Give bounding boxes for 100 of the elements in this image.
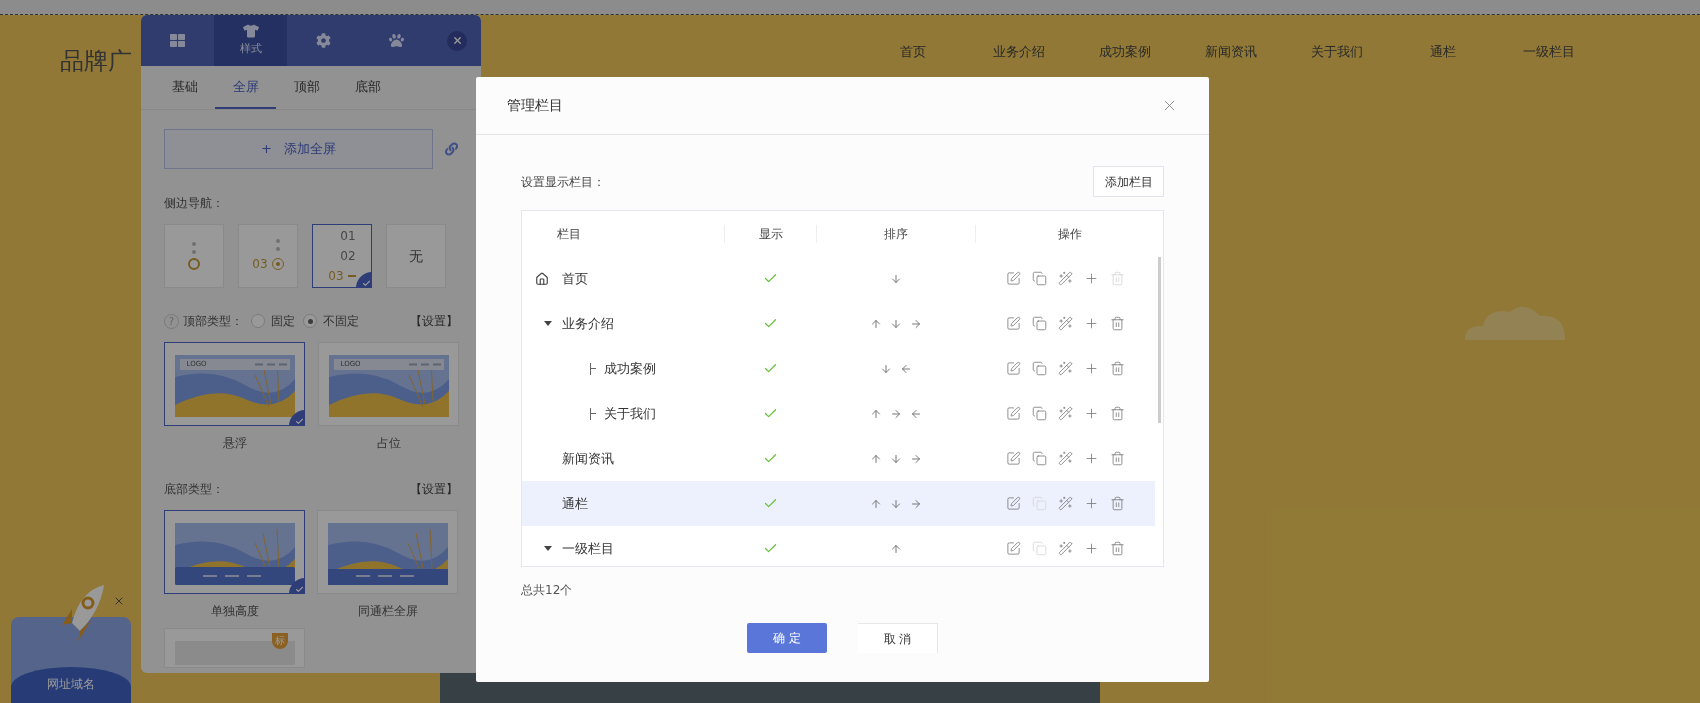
table-row[interactable]: 业务介绍	[522, 301, 1155, 346]
scrollbar[interactable]	[1158, 257, 1161, 423]
confirm-button[interactable]: 确 定	[747, 623, 827, 653]
arrow-right-icon[interactable]	[910, 452, 922, 465]
arrow-up-icon[interactable]	[890, 542, 902, 555]
delete-icon[interactable]	[1110, 451, 1125, 466]
settings-link[interactable]: 【设置】	[410, 312, 458, 330]
wand-icon[interactable]	[1058, 406, 1073, 421]
tree-branch-icon	[590, 407, 596, 420]
panel-tab[interactable]: 样式	[214, 15, 287, 66]
table-row[interactable]: 首页	[522, 256, 1155, 301]
side-nav-option[interactable]: 03	[238, 224, 298, 288]
add-icon[interactable]	[1084, 496, 1099, 511]
add-icon[interactable]	[1084, 541, 1099, 556]
sub-tab[interactable]: 顶部	[276, 66, 337, 109]
link-icon[interactable]	[444, 142, 458, 156]
add-column-button[interactable]: 添加栏目	[1093, 166, 1164, 197]
arrow-up-icon[interactable]	[870, 407, 882, 420]
nav-link[interactable]: 一级栏目	[1496, 42, 1602, 62]
side-nav-option[interactable]	[164, 224, 224, 288]
radio-button[interactable]	[303, 314, 317, 328]
settings-link[interactable]: 【设置】	[410, 480, 458, 498]
wand-icon[interactable]	[1058, 271, 1073, 286]
edit-icon[interactable]	[1006, 406, 1021, 421]
close-icon[interactable]	[113, 595, 125, 607]
column-header: 栏目	[556, 225, 582, 243]
paw-icon	[389, 33, 404, 48]
delete-icon[interactable]	[1110, 406, 1125, 421]
nav-link[interactable]: 新闻资讯	[1178, 42, 1284, 62]
delete-icon[interactable]	[1110, 541, 1125, 556]
edit-icon[interactable]	[1006, 316, 1021, 331]
table-row[interactable]: 一级栏目	[522, 526, 1155, 566]
side-nav-option[interactable]: 01 02 03	[312, 224, 372, 288]
column-name: 成功案例	[604, 359, 656, 378]
wand-icon[interactable]	[1058, 541, 1073, 556]
nav-link[interactable]: 成功案例	[1072, 42, 1178, 62]
copy-icon[interactable]	[1032, 316, 1047, 331]
dash-icon	[347, 275, 356, 277]
column-name: 关于我们	[604, 404, 656, 423]
edit-icon[interactable]	[1006, 541, 1021, 556]
arrow-up-icon[interactable]	[870, 452, 882, 465]
section-label: 顶部类型：	[183, 313, 243, 330]
edit-icon[interactable]	[1006, 361, 1021, 376]
arrow-left-icon[interactable]	[900, 362, 912, 375]
copy-icon[interactable]	[1032, 451, 1047, 466]
delete-icon[interactable]	[1110, 496, 1125, 511]
option-number: 03	[328, 268, 344, 284]
card-label: 单独高度	[210, 603, 259, 620]
sub-tab[interactable]: 基础	[154, 66, 215, 109]
arrow-down-icon[interactable]	[890, 317, 902, 330]
add-fullscreen-button[interactable]: + 添加全屏	[164, 129, 433, 169]
wand-icon[interactable]	[1058, 496, 1073, 511]
edit-icon[interactable]	[1006, 451, 1021, 466]
side-nav-option[interactable]: 无	[386, 224, 446, 288]
copy-icon[interactable]	[1032, 406, 1047, 421]
column-name: 首页	[562, 269, 588, 288]
arrow-down-icon[interactable]	[890, 497, 902, 510]
section-label: 底部类型：	[164, 481, 224, 498]
gear-icon	[316, 33, 331, 48]
wand-icon[interactable]	[1058, 361, 1073, 376]
arrow-right-icon[interactable]	[890, 407, 902, 420]
arrow-left-icon[interactable]	[910, 407, 922, 420]
layout-card[interactable]	[164, 510, 305, 594]
arrow-down-icon[interactable]	[890, 452, 902, 465]
edit-icon[interactable]	[1006, 271, 1021, 286]
add-icon[interactable]	[1084, 271, 1099, 286]
nav-link[interactable]: 通栏	[1390, 42, 1496, 62]
add-icon[interactable]	[1084, 406, 1099, 421]
column-name: 业务介绍	[562, 314, 614, 333]
nav-link[interactable]: 业务介绍	[966, 42, 1072, 62]
add-icon[interactable]	[1084, 451, 1099, 466]
sub-tab[interactable]: 全屏	[215, 66, 276, 109]
add-icon[interactable]	[1084, 316, 1099, 331]
wand-icon[interactable]	[1058, 451, 1073, 466]
table-row[interactable]: 成功案例	[522, 346, 1155, 391]
arrow-up-icon[interactable]	[870, 497, 882, 510]
copy-icon[interactable]	[1032, 361, 1047, 376]
nav-link[interactable]: 关于我们	[1284, 42, 1390, 62]
delete-icon[interactable]	[1110, 316, 1125, 331]
arrow-right-icon[interactable]	[910, 317, 922, 330]
arrow-up-icon[interactable]	[870, 317, 882, 330]
nav-link[interactable]: 首页	[860, 42, 966, 62]
edit-icon[interactable]	[1006, 496, 1021, 511]
radio-button[interactable]	[251, 314, 265, 328]
table-row[interactable]: 关于我们	[522, 391, 1155, 436]
table-row[interactable]: 新闻资讯	[522, 436, 1155, 481]
close-button[interactable]	[447, 30, 467, 51]
add-icon[interactable]	[1084, 361, 1099, 376]
copy-icon[interactable]	[1032, 271, 1047, 286]
column-name: 一级栏目	[562, 539, 614, 558]
column-header: 操作	[1056, 225, 1083, 243]
cancel-button[interactable]: 取 消	[858, 623, 938, 653]
arrow-down-icon[interactable]	[880, 362, 892, 375]
sub-tab[interactable]: 底部	[337, 66, 398, 109]
arrow-right-icon[interactable]	[910, 497, 922, 510]
wand-icon[interactable]	[1058, 316, 1073, 331]
arrow-down-icon[interactable]	[890, 272, 902, 285]
delete-icon[interactable]	[1110, 361, 1125, 376]
table-row[interactable]: 通栏	[522, 481, 1155, 526]
selected-check-icon	[356, 272, 372, 288]
